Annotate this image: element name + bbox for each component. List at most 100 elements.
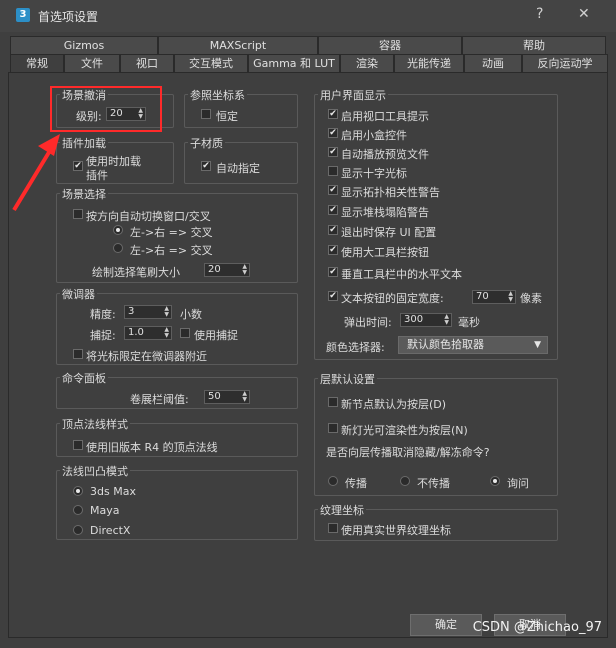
no-propagate-radio[interactable] <box>400 476 410 486</box>
stack-collapse-checkbox[interactable]: ✔ <box>328 205 338 215</box>
use-snap-checkbox[interactable] <box>180 328 190 338</box>
horizontal-text-checkbox[interactable]: ✔ <box>328 267 338 277</box>
constant-checkbox[interactable] <box>201 109 211 119</box>
tab-animation[interactable]: 动画 <box>464 54 522 72</box>
legacy-normals-label: 使用旧版本 R4 的顶点法线 <box>86 441 218 454</box>
spinner-arrows-icon[interactable]: ▲ ▼ <box>164 327 169 339</box>
vertex-normal-title: 顶点法线样式 <box>60 416 130 432</box>
legacy-normals-checkbox[interactable] <box>73 440 83 450</box>
tab-general[interactable]: 常规 <box>10 54 64 72</box>
bump-maya-radio[interactable] <box>73 505 83 515</box>
tab-viewports[interactable]: 视口 <box>120 54 174 72</box>
viewport-tooltips-checkbox[interactable]: ✔ <box>328 109 338 119</box>
tab-help[interactable]: 帮助 <box>462 36 606 54</box>
snap-label: 捕捉: <box>90 329 116 342</box>
fixed-width-unit: 像素 <box>520 292 542 305</box>
fixed-width-spinner[interactable]: 70 ▲ ▼ <box>472 290 516 304</box>
app-icon: 3 <box>16 8 30 22</box>
spinner-arrows-icon[interactable]: ▲ ▼ <box>242 391 247 403</box>
window-title: 首选项设置 <box>38 10 99 24</box>
viewcube-checkbox[interactable]: ✔ <box>328 128 338 138</box>
sub-material-title: 子材质 <box>188 135 225 151</box>
wrap-cursor-label: 将光标限定在微调器附近 <box>86 350 207 363</box>
decimal-label: 小数 <box>180 308 202 321</box>
brush-size-spinner[interactable]: 20 ▲ ▼ <box>204 263 250 277</box>
large-toolbar-label: 使用大工具栏按钮 <box>341 246 429 259</box>
command-panel-title: 命令面板 <box>60 370 108 386</box>
flyout-time-value: 300 <box>404 314 424 325</box>
fixed-width-label: 文本按钮的固定宽度: <box>341 292 444 305</box>
propagate-label: 传播 <box>345 477 367 490</box>
fixed-width-checkbox[interactable]: ✔ <box>328 291 338 301</box>
tab-radiosity[interactable]: 光能传递 <box>394 54 464 72</box>
rollup-threshold-label: 卷展栏阈值: <box>130 393 189 406</box>
new-nodes-bylayer-label: 新节点默认为按层(D) <box>341 398 447 411</box>
spinner-arrows-icon[interactable]: ▲ ▼ <box>444 314 449 326</box>
brush-size-value: 20 <box>208 264 221 275</box>
tab-interaction[interactable]: 交互模式 <box>174 54 248 72</box>
auto-assign-label: 自动指定 <box>216 162 260 175</box>
auto-assign-checkbox[interactable]: ✔ <box>201 161 211 171</box>
spinner-arrows-icon[interactable]: ▲ ▼ <box>164 306 169 318</box>
tab-containers[interactable]: 容器 <box>318 36 462 54</box>
viewcube-label: 启用小盒控件 <box>341 129 407 142</box>
layer-defaults-title: 层默认设置 <box>318 371 377 387</box>
tab-rendering[interactable]: 渲染 <box>340 54 394 72</box>
left-right-radio[interactable] <box>113 225 123 235</box>
topology-warning-checkbox[interactable]: ✔ <box>328 185 338 195</box>
tab-files[interactable]: 文件 <box>64 54 120 72</box>
propagate-radio[interactable] <box>328 476 338 486</box>
use-snap-label: 使用捕捉 <box>194 329 238 342</box>
annotation-highlight-box <box>50 86 162 132</box>
bump-3dsmax-label: 3ds Max <box>90 485 136 498</box>
ask-label: 询问 <box>507 477 529 490</box>
tab-gizmos[interactable]: Gizmos <box>10 36 158 54</box>
new-lights-bylayer-checkbox[interactable] <box>328 423 338 433</box>
load-on-use-checkbox[interactable]: ✔ <box>73 161 83 171</box>
save-ui-checkbox[interactable]: ✔ <box>328 225 338 235</box>
spinner-arrows-icon[interactable]: ▲ ▼ <box>242 264 247 276</box>
brush-size-label: 绘制选择笔刷大小 <box>92 266 180 279</box>
bump-directx-radio[interactable] <box>73 525 83 535</box>
snap-spinner[interactable]: 1.0 ▲ ▼ <box>124 326 172 340</box>
annotation-arrow-icon <box>12 134 60 212</box>
snap-value: 1.0 <box>128 327 144 338</box>
close-button[interactable]: ✕ <box>578 6 590 22</box>
right-left-radio[interactable] <box>113 243 123 253</box>
wrap-cursor-checkbox[interactable] <box>73 349 83 359</box>
crosshair-checkbox[interactable] <box>328 166 338 176</box>
flyout-time-spinner[interactable]: 300 ▲ ▼ <box>400 313 452 327</box>
new-lights-bylayer-label: 新灯光可渲染性为按层(N) <box>341 424 468 437</box>
new-nodes-bylayer-checkbox[interactable] <box>328 397 338 407</box>
help-button[interactable]: ? <box>536 6 543 22</box>
real-world-checkbox[interactable] <box>328 523 338 533</box>
bump-3dsmax-radio[interactable] <box>73 486 83 496</box>
propagate-question: 是否向层传播取消隐藏/解冻命令? <box>326 446 490 459</box>
precision-label: 精度: <box>90 308 116 321</box>
fixed-width-value: 70 <box>476 291 489 302</box>
precision-value: 3 <box>128 306 135 317</box>
tab-gamma-lut[interactable]: Gamma 和 LUT <box>248 54 340 72</box>
flyout-time-label: 弹出时间: <box>344 316 392 329</box>
precision-spinner[interactable]: 3 ▲ ▼ <box>124 305 172 319</box>
horizontal-text-label: 垂直工具栏中的水平文本 <box>341 268 462 281</box>
auto-switch-checkbox[interactable] <box>73 209 83 219</box>
ui-display-title: 用户界面显示 <box>318 87 388 103</box>
stack-collapse-label: 显示堆栈塌陷警告 <box>341 206 429 219</box>
no-propagate-label: 不传播 <box>417 477 450 490</box>
large-toolbar-checkbox[interactable]: ✔ <box>328 245 338 255</box>
tab-maxscript[interactable]: MAXScript <box>158 36 318 54</box>
rollup-threshold-value: 50 <box>208 391 221 402</box>
texture-coords-title: 纹理坐标 <box>318 502 366 518</box>
ok-button[interactable]: 确定 <box>410 614 482 636</box>
topology-warning-label: 显示拓扑相关性警告 <box>341 186 440 199</box>
bump-maya-label: Maya <box>90 504 120 517</box>
bump-directx-label: DirectX <box>90 524 131 537</box>
color-picker-dropdown[interactable]: 默认颜色拾取器 ▼ <box>398 336 548 354</box>
color-picker-value: 默认颜色拾取器 <box>407 338 484 351</box>
spinner-arrows-icon[interactable]: ▲ ▼ <box>508 291 513 303</box>
ask-radio[interactable] <box>490 476 500 486</box>
autoplay-preview-checkbox[interactable]: ✔ <box>328 147 338 157</box>
tab-ik[interactable]: 反向运动学 <box>522 54 608 72</box>
rollup-threshold-spinner[interactable]: 50 ▲ ▼ <box>204 390 250 404</box>
